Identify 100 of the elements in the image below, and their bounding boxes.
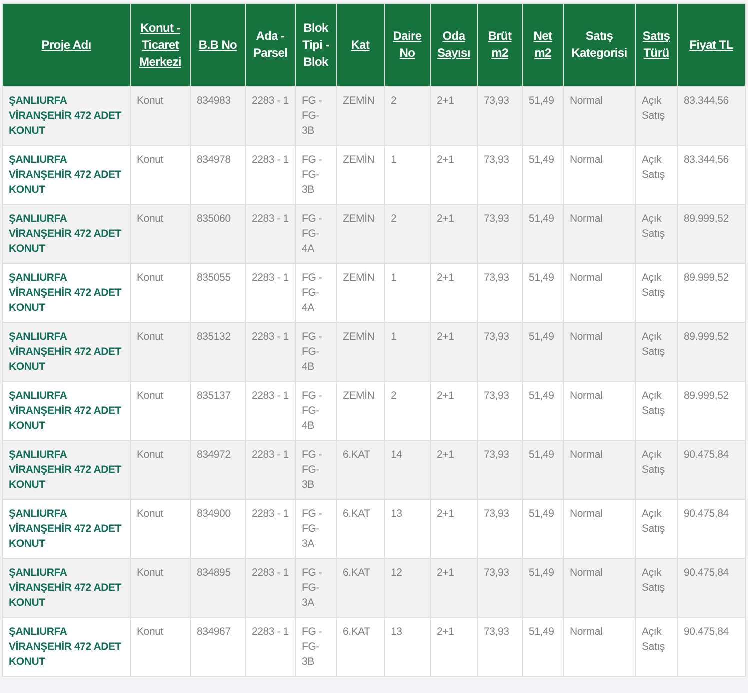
table-cell: FG - FG- 3A bbox=[296, 558, 336, 618]
table-cell: 73,93 bbox=[478, 204, 522, 264]
table-cell: Normal bbox=[564, 322, 636, 382]
table-cell: 2283 - 1 bbox=[246, 146, 296, 204]
column-header-link[interactable]: Fiyat TL bbox=[678, 4, 746, 86]
table-cell: 51,49 bbox=[522, 618, 564, 676]
table-cell: Normal bbox=[564, 440, 636, 500]
column-header-link[interactable]: Net m2 bbox=[522, 4, 564, 86]
table-cell: 1 bbox=[384, 264, 430, 322]
table-cell: 2+1 bbox=[430, 382, 478, 440]
column-header-link[interactable]: Proje Adı bbox=[2, 4, 130, 86]
table-cell: Açık Satış bbox=[636, 264, 678, 322]
column-header-link[interactable]: Satış Türü bbox=[636, 4, 678, 86]
table-cell: 2 bbox=[384, 86, 430, 146]
project-name-cell: ŞANLIURFA VİRANŞEHİR 472 ADET KONUT bbox=[2, 146, 130, 204]
table-cell: FG - FG- 4B bbox=[296, 382, 336, 440]
table-cell: Konut bbox=[130, 440, 190, 500]
table-cell: 2283 - 1 bbox=[246, 86, 296, 146]
table-cell: FG - FG- 3B bbox=[296, 440, 336, 500]
table-cell: Konut bbox=[130, 382, 190, 440]
table-cell: 51,49 bbox=[522, 558, 564, 618]
table-cell: 51,49 bbox=[522, 264, 564, 322]
column-header-link[interactable]: Brüt m2 bbox=[478, 4, 522, 86]
table-cell: 73,93 bbox=[478, 618, 522, 676]
table-cell: 6.KAT bbox=[336, 500, 384, 558]
table-cell: 834895 bbox=[190, 558, 246, 618]
table-cell: Konut bbox=[130, 322, 190, 382]
table-cell: Konut bbox=[130, 204, 190, 264]
table-cell: 2+1 bbox=[430, 500, 478, 558]
table-cell: 89.999,52 bbox=[678, 322, 746, 382]
table-cell: 834972 bbox=[190, 440, 246, 500]
table-cell: Açık Satış bbox=[636, 86, 678, 146]
table-cell: Konut bbox=[130, 618, 190, 676]
table-cell: ZEMİN bbox=[336, 86, 384, 146]
column-header-link[interactable]: B.B No bbox=[190, 4, 246, 86]
table-cell: ZEMİN bbox=[336, 146, 384, 204]
table-cell: 2+1 bbox=[430, 322, 478, 382]
column-header-link[interactable]: Kat bbox=[336, 4, 384, 86]
table-cell: 90.475,84 bbox=[678, 440, 746, 500]
table-cell: Normal bbox=[564, 146, 636, 204]
table-cell: 73,93 bbox=[478, 86, 522, 146]
table-cell: Açık Satış bbox=[636, 382, 678, 440]
column-header: Satış Kategorisi bbox=[564, 4, 636, 86]
table-cell: 2+1 bbox=[430, 204, 478, 264]
table-cell: 835132 bbox=[190, 322, 246, 382]
table-cell: FG - FG- 3B bbox=[296, 146, 336, 204]
table-cell: 51,49 bbox=[522, 204, 564, 264]
column-header: Blok Tipi - Blok bbox=[296, 4, 336, 86]
table-cell: 73,93 bbox=[478, 440, 522, 500]
table-cell: Normal bbox=[564, 86, 636, 146]
column-header-link[interactable]: Konut - Ticaret Merkezi bbox=[130, 4, 190, 86]
table-cell: FG - FG- 3B bbox=[296, 86, 336, 146]
table-cell: 2+1 bbox=[430, 618, 478, 676]
table-cell: ZEMİN bbox=[336, 264, 384, 322]
table-cell: Açık Satış bbox=[636, 322, 678, 382]
table-cell: Açık Satış bbox=[636, 146, 678, 204]
table-cell: Normal bbox=[564, 264, 636, 322]
table-cell: 89.999,52 bbox=[678, 264, 746, 322]
table-cell: Açık Satış bbox=[636, 440, 678, 500]
table-cell: 83.344,56 bbox=[678, 146, 746, 204]
table-cell: 2 bbox=[384, 382, 430, 440]
table-cell: Açık Satış bbox=[636, 500, 678, 558]
table-cell: Konut bbox=[130, 500, 190, 558]
table-cell: Normal bbox=[564, 618, 636, 676]
column-header-link[interactable]: Daire No bbox=[384, 4, 430, 86]
table-cell: 2 bbox=[384, 204, 430, 264]
table-cell: FG - FG- 4A bbox=[296, 264, 336, 322]
table-cell: Açık Satış bbox=[636, 558, 678, 618]
table-cell: 51,49 bbox=[522, 322, 564, 382]
table-cell: 51,49 bbox=[522, 86, 564, 146]
table-cell: 2+1 bbox=[430, 264, 478, 322]
table-cell: Normal bbox=[564, 558, 636, 618]
table-cell: 13 bbox=[384, 500, 430, 558]
table-cell: ZEMİN bbox=[336, 382, 384, 440]
table-cell: 2283 - 1 bbox=[246, 322, 296, 382]
table-cell: 2283 - 1 bbox=[246, 204, 296, 264]
table-cell: 90.475,84 bbox=[678, 558, 746, 618]
table-cell: 834967 bbox=[190, 618, 246, 676]
table-cell: 834983 bbox=[190, 86, 246, 146]
table-cell: FG - FG- 3A bbox=[296, 500, 336, 558]
table-cell: 13 bbox=[384, 618, 430, 676]
table-cell: ZEMİN bbox=[336, 204, 384, 264]
table-cell: 1 bbox=[384, 146, 430, 204]
table-cell: 834978 bbox=[190, 146, 246, 204]
table-cell: Konut bbox=[130, 264, 190, 322]
project-name-cell: ŞANLIURFA VİRANŞEHİR 472 ADET KONUT bbox=[2, 618, 130, 676]
project-name-cell: ŞANLIURFA VİRANŞEHİR 472 ADET KONUT bbox=[2, 86, 130, 146]
table-cell: 89.999,52 bbox=[678, 382, 746, 440]
table-cell: 12 bbox=[384, 558, 430, 618]
column-header: Ada - Parsel bbox=[246, 4, 296, 86]
table-cell: 83.344,56 bbox=[678, 86, 746, 146]
table-cell: 51,49 bbox=[522, 382, 564, 440]
table-cell: FG - FG- 4A bbox=[296, 204, 336, 264]
table-cell: 2+1 bbox=[430, 558, 478, 618]
table-cell: 2+1 bbox=[430, 440, 478, 500]
project-name-cell: ŞANLIURFA VİRANŞEHİR 472 ADET KONUT bbox=[2, 204, 130, 264]
table-cell: 73,93 bbox=[478, 146, 522, 204]
table-cell: 51,49 bbox=[522, 440, 564, 500]
column-header-link[interactable]: Oda Sayısı bbox=[430, 4, 478, 86]
table-cell: Normal bbox=[564, 204, 636, 264]
